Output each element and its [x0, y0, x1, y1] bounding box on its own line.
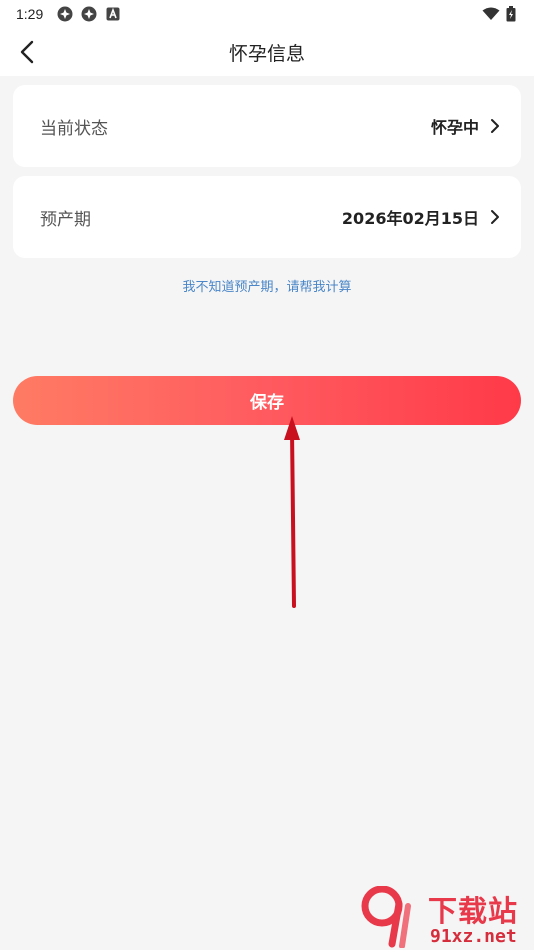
current-status-row[interactable]: 当前状态 怀孕中 — [13, 85, 521, 167]
site-logo-icon — [361, 886, 411, 948]
chevron-right-icon — [491, 210, 499, 224]
back-chevron-icon[interactable] — [14, 38, 42, 66]
watermark-url: 91xz.net — [430, 926, 517, 947]
calculate-due-date-link[interactable]: 我不知道预产期，请帮我计算 — [0, 276, 534, 295]
app-header: 怀孕信息 — [0, 28, 534, 76]
chevron-right-icon — [491, 119, 499, 133]
screen: 1:29 怀孕信息 当前状态 怀孕中 预产期 2026年02月15日 我不知道预… — [0, 0, 534, 950]
battery-icon — [506, 6, 516, 22]
site-watermark: 下载站 91xz.net — [356, 884, 534, 950]
due-date-label: 预产期 — [40, 209, 91, 230]
status-bar: 1:29 — [0, 0, 534, 28]
current-status-value: 怀孕中 — [430, 118, 479, 137]
status-notification-icons — [57, 6, 121, 22]
app-notification-icon — [57, 6, 73, 22]
watermark-title: 下载站 — [428, 894, 519, 928]
due-date-row[interactable]: 预产期 2026年02月15日 — [13, 176, 521, 258]
current-status-label: 当前状态 — [40, 118, 108, 139]
due-date-value: 2026年02月15日 — [341, 209, 479, 228]
wifi-icon — [482, 7, 500, 20]
save-button[interactable]: 保存 — [13, 376, 521, 425]
a-letter-icon — [106, 7, 120, 21]
status-system-icons — [482, 6, 516, 22]
page-title: 怀孕信息 — [228, 42, 305, 65]
status-time: 1:29 — [16, 6, 44, 22]
app-notification-icon — [81, 6, 97, 22]
